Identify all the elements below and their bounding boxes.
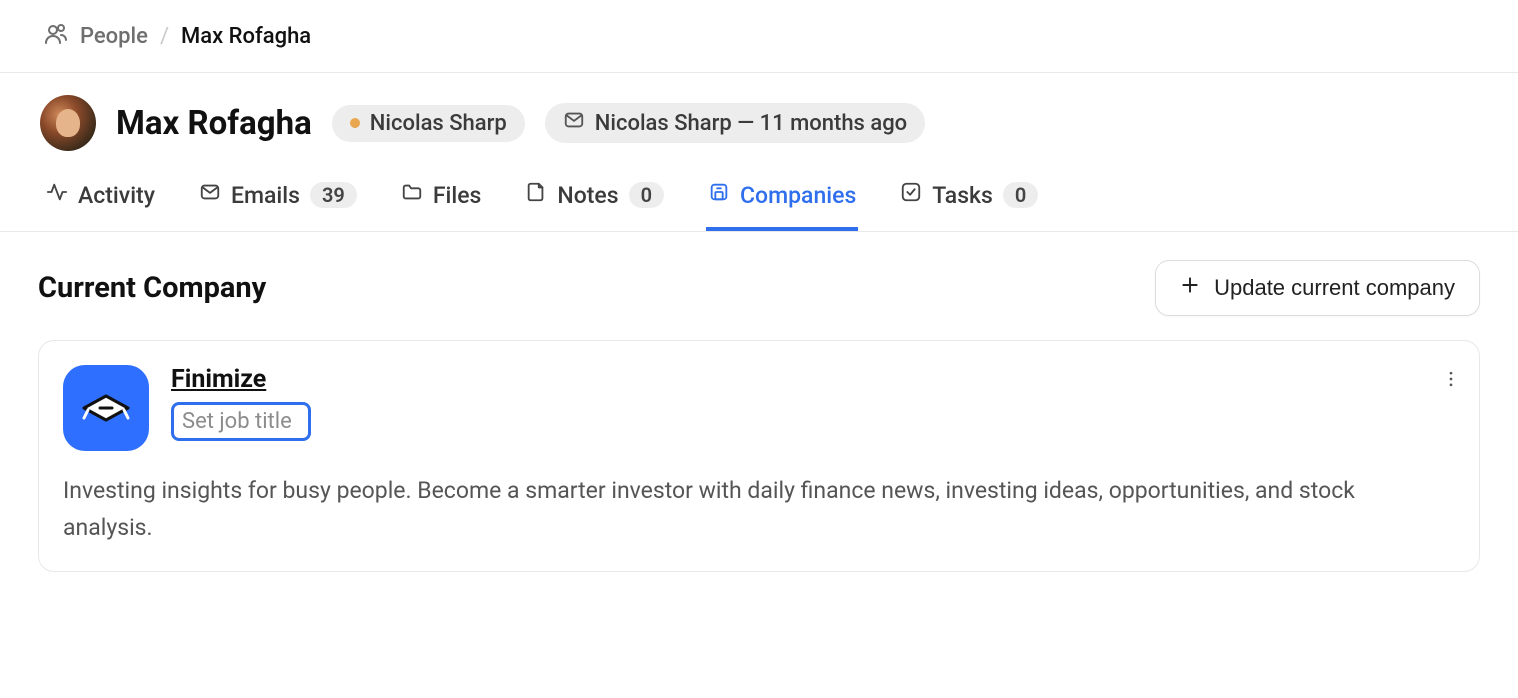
activity-icon	[46, 181, 68, 209]
tasks-icon	[900, 181, 922, 209]
tab-files[interactable]: Files	[399, 177, 484, 231]
tab-emails-count: 39	[310, 182, 357, 208]
last-contact-chip[interactable]: Nicolas Sharp — 11 months ago	[545, 103, 925, 143]
companies-icon	[708, 181, 730, 209]
update-company-button-label: Update current company	[1214, 275, 1455, 301]
tab-files-label: Files	[433, 182, 482, 209]
tab-tasks[interactable]: Tasks 0	[898, 177, 1040, 231]
job-title-input[interactable]	[171, 402, 311, 441]
tab-tasks-count: 0	[1003, 182, 1038, 208]
update-company-button[interactable]: Update current company	[1155, 260, 1480, 316]
company-logo[interactable]	[63, 365, 149, 451]
company-name-link[interactable]: Finimize	[171, 365, 311, 394]
tab-notes[interactable]: Notes 0	[523, 177, 666, 231]
tab-emails-label: Emails	[231, 182, 300, 209]
person-name: Max Rofagha	[116, 104, 312, 143]
last-contact-chip-label: Nicolas Sharp — 11 months ago	[595, 111, 907, 136]
owner-chip-label: Nicolas Sharp	[370, 111, 507, 136]
company-card: Finimize Investing insights for busy peo…	[38, 340, 1480, 572]
more-icon[interactable]	[1441, 369, 1461, 393]
breadcrumb-section[interactable]: People	[80, 24, 148, 49]
tab-notes-label: Notes	[557, 182, 618, 209]
envelope-icon	[199, 181, 221, 209]
plus-icon	[1180, 275, 1200, 301]
envelope-icon	[563, 109, 585, 137]
section-header: Current Company Update current company	[38, 260, 1480, 316]
company-description: Investing insights for busy people. Beco…	[63, 473, 1383, 547]
tab-activity-label: Activity	[78, 182, 155, 209]
avatar[interactable]	[40, 95, 96, 151]
tab-emails[interactable]: Emails 39	[197, 177, 359, 231]
breadcrumb: People / Max Rofagha	[0, 0, 1518, 73]
person-header: Max Rofagha Nicolas Sharp Nicolas Sharp …	[0, 73, 1518, 159]
breadcrumb-current: Max Rofagha	[181, 24, 311, 49]
section-title: Current Company	[38, 271, 266, 305]
tab-companies[interactable]: Companies	[706, 177, 858, 231]
people-icon	[44, 22, 68, 50]
current-company-section: Current Company Update current company F…	[0, 232, 1518, 600]
tabs: Activity Emails 39 Files Notes 0 Compani…	[0, 159, 1518, 232]
breadcrumb-separator: /	[160, 24, 169, 49]
folder-icon	[401, 181, 423, 209]
tab-companies-label: Companies	[740, 182, 856, 209]
owner-chip[interactable]: Nicolas Sharp	[332, 105, 525, 142]
tab-activity[interactable]: Activity	[44, 177, 157, 231]
note-icon	[525, 181, 547, 209]
tab-tasks-label: Tasks	[932, 182, 993, 209]
tab-notes-count: 0	[629, 182, 664, 208]
status-dot-icon	[350, 118, 360, 128]
